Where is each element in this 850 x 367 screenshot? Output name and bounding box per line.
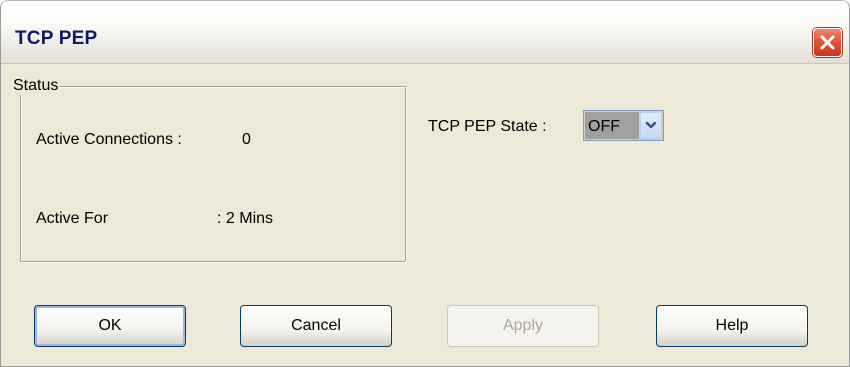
tcp-pep-dialog: TCP PEP Status Active Connections : 0 Ac…: [0, 0, 850, 367]
chevron-down-icon: [645, 117, 657, 135]
cancel-button[interactable]: Cancel: [240, 305, 392, 347]
apply-button[interactable]: Apply: [447, 305, 599, 347]
window-title: TCP PEP: [15, 28, 98, 49]
active-connections-value: 0: [242, 131, 251, 148]
close-icon: [819, 34, 836, 51]
dialog-content: Status Active Connections : 0 Active For…: [1, 64, 849, 366]
tcp-pep-state-value[interactable]: OFF: [585, 112, 639, 139]
active-for-label: Active For: [36, 210, 109, 227]
status-groupbox: [20, 86, 406, 262]
status-legend: Status: [11, 77, 61, 95]
close-button[interactable]: [813, 28, 842, 57]
active-connections-label: Active Connections :: [36, 131, 182, 148]
active-for-value: : 2 Mins: [217, 210, 274, 227]
tcp-pep-state-select[interactable]: OFF: [583, 110, 664, 141]
ok-button[interactable]: OK: [34, 305, 186, 347]
title-bar: TCP PEP: [1, 1, 849, 64]
tcp-pep-state-label: TCP PEP State :: [428, 118, 547, 135]
help-button[interactable]: Help: [656, 305, 808, 347]
dropdown-button[interactable]: [640, 112, 662, 139]
